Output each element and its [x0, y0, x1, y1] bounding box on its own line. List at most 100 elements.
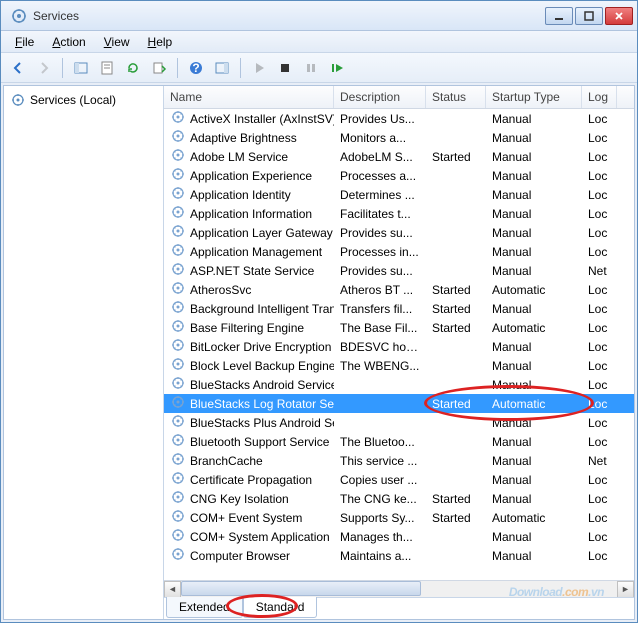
menu-file[interactable]: File	[7, 33, 42, 51]
service-name: BitLocker Drive Encryption Ser...	[190, 340, 334, 354]
service-description: Determines ...	[334, 187, 426, 203]
titlebar[interactable]: Services	[1, 1, 637, 31]
service-startup-type: Automatic	[486, 510, 582, 526]
service-startup-type: Manual	[486, 377, 582, 393]
service-row[interactable]: Application IdentityDetermines ...Manual…	[164, 185, 634, 204]
show-hide-action-pane-button[interactable]	[211, 57, 233, 79]
service-description: Supports Sy...	[334, 510, 426, 526]
service-startup-type: Manual	[486, 434, 582, 450]
close-button[interactable]	[605, 7, 633, 25]
tree-pane[interactable]: Services (Local)	[4, 86, 164, 619]
service-startup-type: Manual	[486, 187, 582, 203]
column-header-log[interactable]: Log	[582, 86, 617, 108]
service-log-on-as: Loc	[582, 358, 617, 374]
service-row[interactable]: COM+ Event SystemSupports Sy...StartedAu…	[164, 508, 634, 527]
menu-help[interactable]: Help	[140, 33, 181, 51]
help-button[interactable]: ?	[185, 57, 207, 79]
tab-extended[interactable]: Extended	[166, 597, 243, 618]
service-row[interactable]: Application ExperienceProcesses a...Manu…	[164, 166, 634, 185]
service-gear-icon	[170, 489, 186, 508]
service-row[interactable]: BitLocker Drive Encryption Ser...BDESVC …	[164, 337, 634, 356]
toolbar-separator	[177, 58, 178, 78]
show-hide-tree-button[interactable]	[70, 57, 92, 79]
service-description: Facilitates t...	[334, 206, 426, 222]
menu-action[interactable]: Action	[44, 33, 93, 51]
service-row[interactable]: Base Filtering EngineThe Base Fil...Star…	[164, 318, 634, 337]
service-startup-type: Manual	[486, 358, 582, 374]
service-row[interactable]: Adaptive BrightnessMonitors a...ManualLo…	[164, 128, 634, 147]
service-description: Provides su...	[334, 263, 426, 279]
service-log-on-as: Loc	[582, 206, 617, 222]
service-status	[426, 251, 486, 253]
service-row[interactable]: BranchCacheThis service ...ManualNet	[164, 451, 634, 470]
minimize-button[interactable]	[545, 7, 573, 25]
service-description: Provides Us...	[334, 111, 426, 127]
service-row[interactable]: ASP.NET State ServiceProvides su...Manua…	[164, 261, 634, 280]
service-gear-icon	[170, 527, 186, 546]
service-log-on-as: Loc	[582, 396, 617, 412]
column-header-description[interactable]: Description	[334, 86, 426, 108]
service-row[interactable]: BlueStacks Android ServiceManualLoc	[164, 375, 634, 394]
maximize-button[interactable]	[575, 7, 603, 25]
tab-standard[interactable]: Standard	[243, 597, 318, 618]
service-name: Adobe LM Service	[190, 150, 288, 164]
export-list-button[interactable]	[148, 57, 170, 79]
back-button[interactable]	[7, 57, 29, 79]
scroll-left-button[interactable]: ◄	[164, 581, 181, 598]
horizontal-scrollbar[interactable]: ◄ ►	[164, 580, 634, 597]
restart-service-button[interactable]	[326, 57, 348, 79]
service-name: BlueStacks Log Rotator Service	[190, 397, 334, 411]
service-gear-icon	[170, 109, 186, 128]
service-status	[426, 384, 486, 386]
tree-root-label: Services (Local)	[30, 93, 116, 107]
properties-button[interactable]	[96, 57, 118, 79]
scroll-right-button[interactable]: ►	[617, 581, 634, 598]
column-header-startup-type[interactable]: Startup Type	[486, 86, 582, 108]
scroll-thumb[interactable]	[181, 581, 421, 596]
service-description	[334, 403, 426, 405]
service-description: Provides su...	[334, 225, 426, 241]
service-list[interactable]: ActiveX Installer (AxInstSV)Provides Us.…	[164, 109, 634, 580]
stop-service-button[interactable]	[274, 57, 296, 79]
toolbar-separator	[62, 58, 63, 78]
service-gear-icon	[170, 204, 186, 223]
service-name: BranchCache	[190, 454, 263, 468]
pause-service-button[interactable]	[300, 57, 322, 79]
service-row[interactable]: Computer BrowserMaintains a...ManualLoc	[164, 546, 634, 565]
service-startup-type: Manual	[486, 149, 582, 165]
service-row[interactable]: Bluetooth Support ServiceThe Bluetoo...M…	[164, 432, 634, 451]
service-row[interactable]: BlueStacks Plus Android Servi...ManualLo…	[164, 413, 634, 432]
service-gear-icon	[170, 223, 186, 242]
service-row[interactable]: COM+ System ApplicationManages th...Manu…	[164, 527, 634, 546]
service-startup-type: Manual	[486, 263, 582, 279]
service-startup-type: Automatic	[486, 396, 582, 412]
service-description: Monitors a...	[334, 130, 426, 146]
service-row[interactable]: Background Intelligent Transf...Transfer…	[164, 299, 634, 318]
service-row[interactable]: Certificate PropagationCopies user ...Ma…	[164, 470, 634, 489]
service-description	[334, 384, 426, 386]
forward-button[interactable]	[33, 57, 55, 79]
column-header-name[interactable]: Name	[164, 86, 334, 108]
service-row[interactable]: AtherosSvcAtheros BT ...StartedAutomatic…	[164, 280, 634, 299]
service-status	[426, 213, 486, 215]
service-row[interactable]: Application Layer Gateway Ser...Provides…	[164, 223, 634, 242]
service-gear-icon	[170, 508, 186, 527]
services-app-icon	[11, 8, 27, 24]
service-status: Started	[426, 282, 486, 298]
service-row[interactable]: Block Level Backup Engine Ser...The WBEN…	[164, 356, 634, 375]
service-row[interactable]: Application InformationFacilitates t...M…	[164, 204, 634, 223]
service-row[interactable]: ActiveX Installer (AxInstSV)Provides Us.…	[164, 109, 634, 128]
service-status	[426, 118, 486, 120]
service-row[interactable]: BlueStacks Log Rotator ServiceStartedAut…	[164, 394, 634, 413]
refresh-button[interactable]	[122, 57, 144, 79]
start-service-button[interactable]	[248, 57, 270, 79]
service-name: CNG Key Isolation	[190, 492, 289, 506]
service-row[interactable]: Application ManagementProcesses in...Man…	[164, 242, 634, 261]
scroll-track[interactable]	[181, 581, 617, 598]
service-row[interactable]: CNG Key IsolationThe CNG ke...StartedMan…	[164, 489, 634, 508]
tree-root-services-local[interactable]: Services (Local)	[6, 90, 161, 110]
menu-view[interactable]: View	[96, 33, 138, 51]
service-row[interactable]: Adobe LM ServiceAdobeLM S...StartedManua…	[164, 147, 634, 166]
service-startup-type: Manual	[486, 206, 582, 222]
column-header-status[interactable]: Status	[426, 86, 486, 108]
